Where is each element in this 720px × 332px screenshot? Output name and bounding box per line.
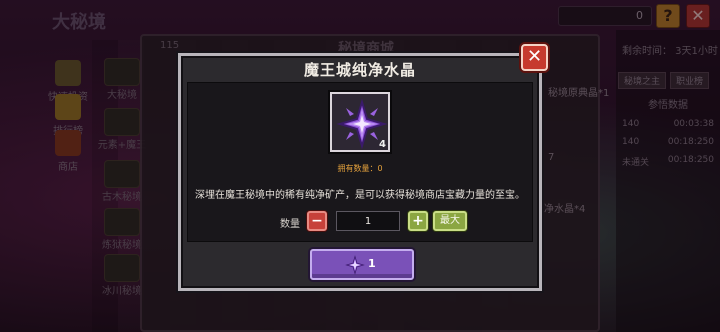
- quantity-label: 数量: [280, 219, 300, 230]
- item-slot: 4: [330, 92, 390, 152]
- quantity-input[interactable]: [336, 211, 400, 231]
- purple-crystal-star-icon: [345, 255, 365, 275]
- purchase-dialog: 魔王城纯净水晶 ✕ 4 拥有数量：0 深埋在魔王秘境中的稀有纯净矿产，是可以获得…: [178, 44, 548, 291]
- buy-button[interactable]: 1: [310, 249, 414, 280]
- item-stack-count: 4: [379, 139, 386, 150]
- decrease-button[interactable]: −: [307, 211, 327, 231]
- item-description: 深埋在魔王秘境中的稀有纯净矿产，是可以获得秘境商店宝藏力量的至宝。: [195, 190, 525, 201]
- dialog-content: 4 拥有数量：0 深埋在魔王秘境中的稀有纯净矿产，是可以获得秘境商店宝藏力量的至…: [187, 82, 533, 242]
- increase-button[interactable]: +: [408, 211, 428, 231]
- close-button[interactable]: ✕: [521, 44, 548, 71]
- dialog-title: 魔王城纯净水晶: [303, 61, 416, 79]
- buy-price: 1: [368, 257, 376, 270]
- quantity-stepper: 数量 − + 最大: [188, 211, 532, 233]
- owned-count: 拥有数量：0: [337, 164, 383, 173]
- max-quantity-button[interactable]: 最大: [433, 211, 467, 231]
